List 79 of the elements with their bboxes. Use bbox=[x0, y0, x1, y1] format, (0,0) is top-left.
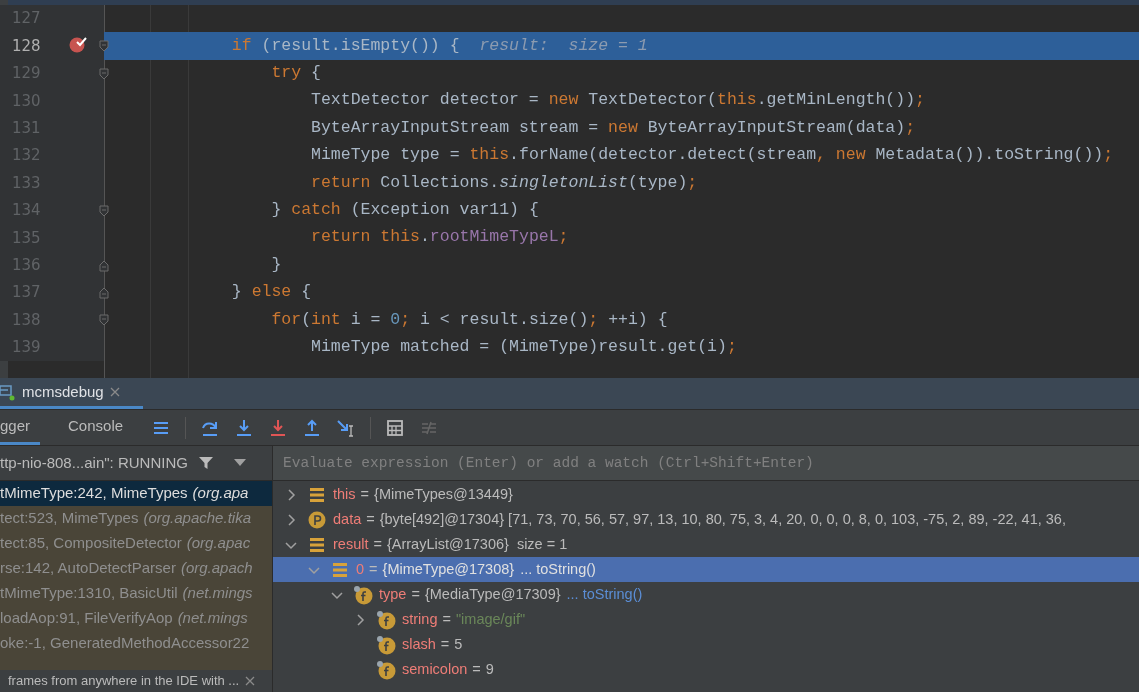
fold-icon[interactable] bbox=[99, 40, 109, 53]
code-line: MimeType type = this.forName(detector.detect(stream, new Metadata()).toString()); bbox=[310, 145, 1114, 165]
variable-row[interactable]: data = {byte[492]@17304} [71, 73, 70, 56, 57, 97, 13, 10, 80, 75, 3, 4, 20, 0, 0, 0, 8, 0, 103, -75, 2, 89, -22, 41, 36, bbox=[273, 507, 1139, 532]
filter-icon[interactable] bbox=[197, 455, 214, 471]
variable-row[interactable]: result = {ArrayList@17306} size = 1 bbox=[273, 532, 1139, 557]
variable-name: semicolon bbox=[402, 659, 468, 679]
tostring-link[interactable]: ... toString() bbox=[566, 583, 643, 606]
code-line: return Collections.singletonList(type); bbox=[310, 172, 698, 192]
field-icon bbox=[353, 584, 373, 605]
variable-value: {byte[492]@17304} [71, 73, 70, 56, 57, 97, 13, 10, 80, 75, 3, 4, 20, 0, 0, 0, 8, 0, 103, -75, 2, 89, -22, 41, 36, bbox=[379, 509, 1066, 529]
line-number: 128 bbox=[12, 35, 42, 57]
code-line: for(int i = 0; i < result.size(); ++i) { bbox=[270, 309, 668, 329]
tostring-link[interactable]: ... toString() bbox=[520, 558, 596, 581]
variable-row[interactable]: type = {MediaType@17309} ... toString() bbox=[273, 582, 1139, 607]
code-line: try { bbox=[270, 63, 321, 83]
calculator-icon[interactable] bbox=[385, 417, 406, 438]
fold-icon[interactable] bbox=[99, 67, 109, 80]
equals-sign-text: = bbox=[411, 584, 420, 604]
field-icon bbox=[376, 609, 396, 630]
panel-tab[interactable]: Console bbox=[68, 410, 124, 445]
variable-row[interactable]: 0 = {MimeType@17308} ... toString() bbox=[273, 557, 1139, 582]
fold-icon[interactable] bbox=[99, 286, 109, 299]
list-icon bbox=[309, 536, 325, 553]
list-icon bbox=[332, 561, 348, 578]
frames-hint-text: frames from anywhere in the IDE with ... bbox=[8, 672, 240, 691]
equals-sign-text: = bbox=[366, 509, 375, 529]
size-text: size = 1 bbox=[516, 534, 568, 554]
code-line: } bbox=[270, 254, 282, 274]
variable-value: {MimeTypes@13449} bbox=[374, 484, 513, 504]
chevron-right-icon[interactable] bbox=[285, 513, 297, 526]
panel-tab[interactable]: gger bbox=[0, 410, 41, 445]
variable-name: type bbox=[379, 584, 407, 604]
variable-value: {MimeType@17308} bbox=[382, 559, 515, 579]
fold-icon[interactable] bbox=[99, 314, 109, 327]
close-icon[interactable] bbox=[245, 676, 256, 686]
variable-name: slash bbox=[402, 634, 436, 654]
close-icon[interactable] bbox=[109, 387, 120, 397]
evaluate-field[interactable]: Evaluate expression (Enter) or add a watch (Ctrl+Shift+Enter) bbox=[273, 446, 1139, 481]
code-line: } else { bbox=[230, 282, 312, 302]
variable-name: 0 bbox=[356, 559, 365, 579]
variable-row[interactable]: slash = 5 bbox=[273, 632, 1139, 657]
parameter-icon bbox=[308, 510, 326, 529]
equals-sign-text: = bbox=[373, 534, 382, 554]
variable-row[interactable]: string = "image/gif" bbox=[273, 607, 1139, 632]
code-line: ByteArrayInputStream stream = new ByteArrayInputStream(data); bbox=[310, 117, 916, 137]
fold-icon[interactable] bbox=[99, 204, 109, 217]
variable-row[interactable]: semicolon = 9 bbox=[273, 657, 1139, 682]
code-line: return this.rootMimeTypeL; bbox=[310, 227, 569, 247]
variable-value: "image/gif" bbox=[455, 609, 526, 629]
chevron-right-icon[interactable] bbox=[354, 613, 366, 626]
equals-sign-text: = bbox=[442, 609, 451, 629]
debug-session-icon bbox=[0, 383, 16, 401]
equals-sign-text: = bbox=[369, 559, 378, 579]
variable-name: this bbox=[333, 484, 356, 504]
variable-value: {MediaType@17309} bbox=[424, 584, 561, 604]
equals-sign-text: = bbox=[472, 659, 481, 679]
field-icon bbox=[376, 634, 396, 655]
field-icon bbox=[376, 659, 396, 680]
code-line: } catch (Exception var11) { bbox=[270, 200, 539, 220]
code-line: MimeType matched = (MimeType)result.get(i); bbox=[310, 337, 737, 356]
dropdown-caret-icon[interactable] bbox=[233, 459, 246, 467]
variable-row[interactable]: this = {MimeTypes@13449} bbox=[273, 482, 1139, 507]
thread-label[interactable]: ttp-nio-808...ain": RUNNING bbox=[0, 451, 188, 475]
code-line: TextDetector detector = new TextDetector(this.getMinLength()); bbox=[310, 90, 925, 110]
session-tab[interactable]: mcmsdebug bbox=[0, 378, 143, 409]
variable-name: result bbox=[333, 534, 369, 554]
variable-name: data bbox=[333, 509, 362, 529]
variable-value: 5 bbox=[454, 634, 463, 654]
equals-sign-text: = bbox=[440, 634, 450, 654]
chevron-right-icon[interactable] bbox=[285, 488, 297, 501]
list-icon bbox=[309, 486, 325, 503]
variable-value: 9 bbox=[485, 659, 494, 679]
equals-sign-text: = bbox=[360, 484, 370, 504]
variable-name: string bbox=[402, 609, 438, 629]
breakpoint-icon[interactable] bbox=[68, 35, 88, 54]
stack-frame[interactable]: tMimeType:242, MimeTypes (org.apa bbox=[0, 481, 272, 506]
code-line: if (result.isEmpty()) { result: size = 1 bbox=[230, 35, 648, 55]
fold-icon[interactable] bbox=[99, 259, 109, 272]
variable-value: {ArrayList@17306} bbox=[386, 534, 509, 554]
